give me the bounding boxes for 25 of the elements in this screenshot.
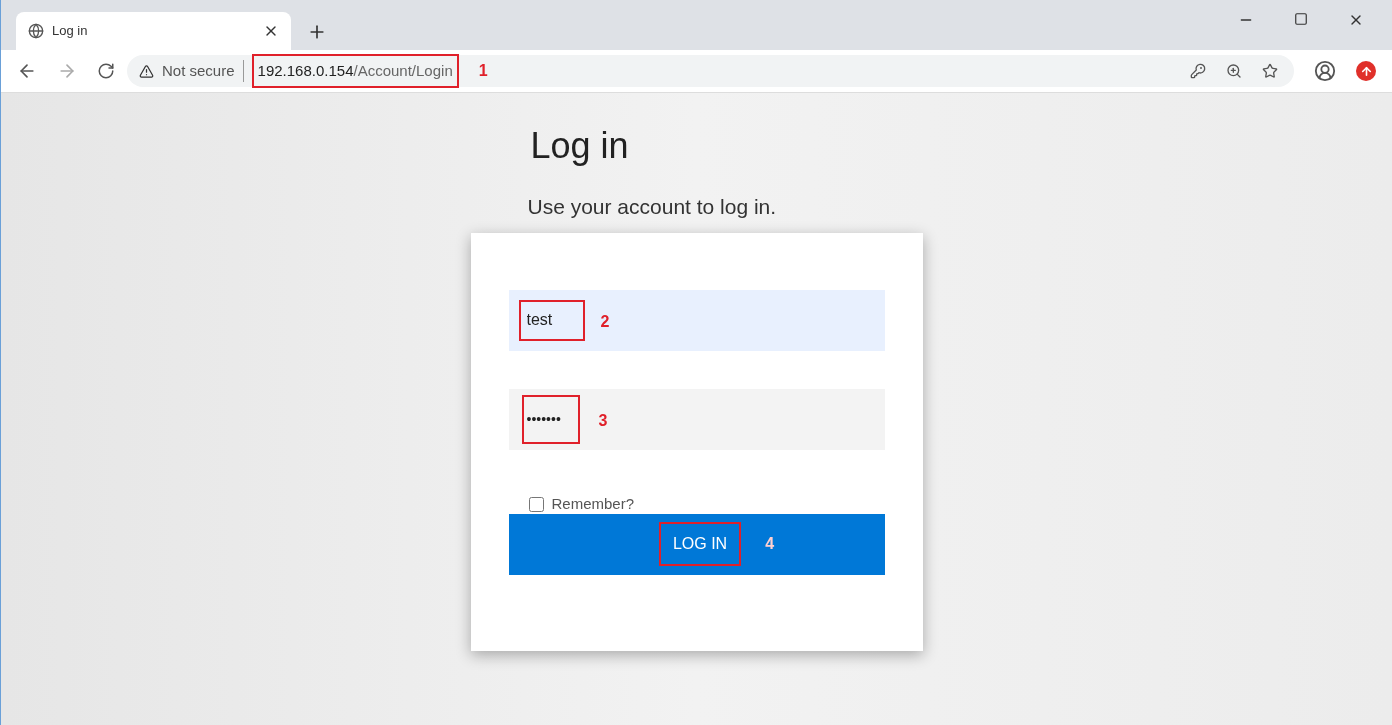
security-label: Not secure xyxy=(162,59,244,83)
annotation-number: 2 xyxy=(600,312,610,330)
address-url: 192.168.0.154/Account/Login xyxy=(251,53,459,89)
browser-tab[interactable]: Log in xyxy=(16,12,291,50)
update-icon[interactable] xyxy=(1356,61,1376,81)
zoom-icon[interactable] xyxy=(1226,63,1242,79)
annotation-number: 1 xyxy=(478,62,488,79)
annotation-number: 4 xyxy=(765,534,775,554)
globe-icon xyxy=(28,23,44,39)
maximize-icon[interactable] xyxy=(1294,12,1308,26)
annotation-number: 3 xyxy=(598,411,608,429)
star-icon[interactable] xyxy=(1262,63,1278,79)
reload-icon[interactable] xyxy=(97,62,115,80)
annotation-box xyxy=(518,299,585,341)
remember-checkbox[interactable] xyxy=(528,497,544,512)
key-icon[interactable] xyxy=(1190,63,1206,79)
annotation-box xyxy=(521,394,580,444)
remember-label: Remember? xyxy=(551,494,635,515)
tab-title: Log in xyxy=(52,22,89,41)
address-bar[interactable]: Not secure 192.168.0.154/Account/Login 1 xyxy=(127,55,1294,87)
login-button[interactable]: LOG IN 4 xyxy=(508,513,885,575)
page-subtitle: Use your account to log in. xyxy=(527,194,778,220)
page-title: Log in xyxy=(530,124,630,168)
warning-icon xyxy=(139,63,154,79)
profile-icon[interactable] xyxy=(1314,60,1336,82)
